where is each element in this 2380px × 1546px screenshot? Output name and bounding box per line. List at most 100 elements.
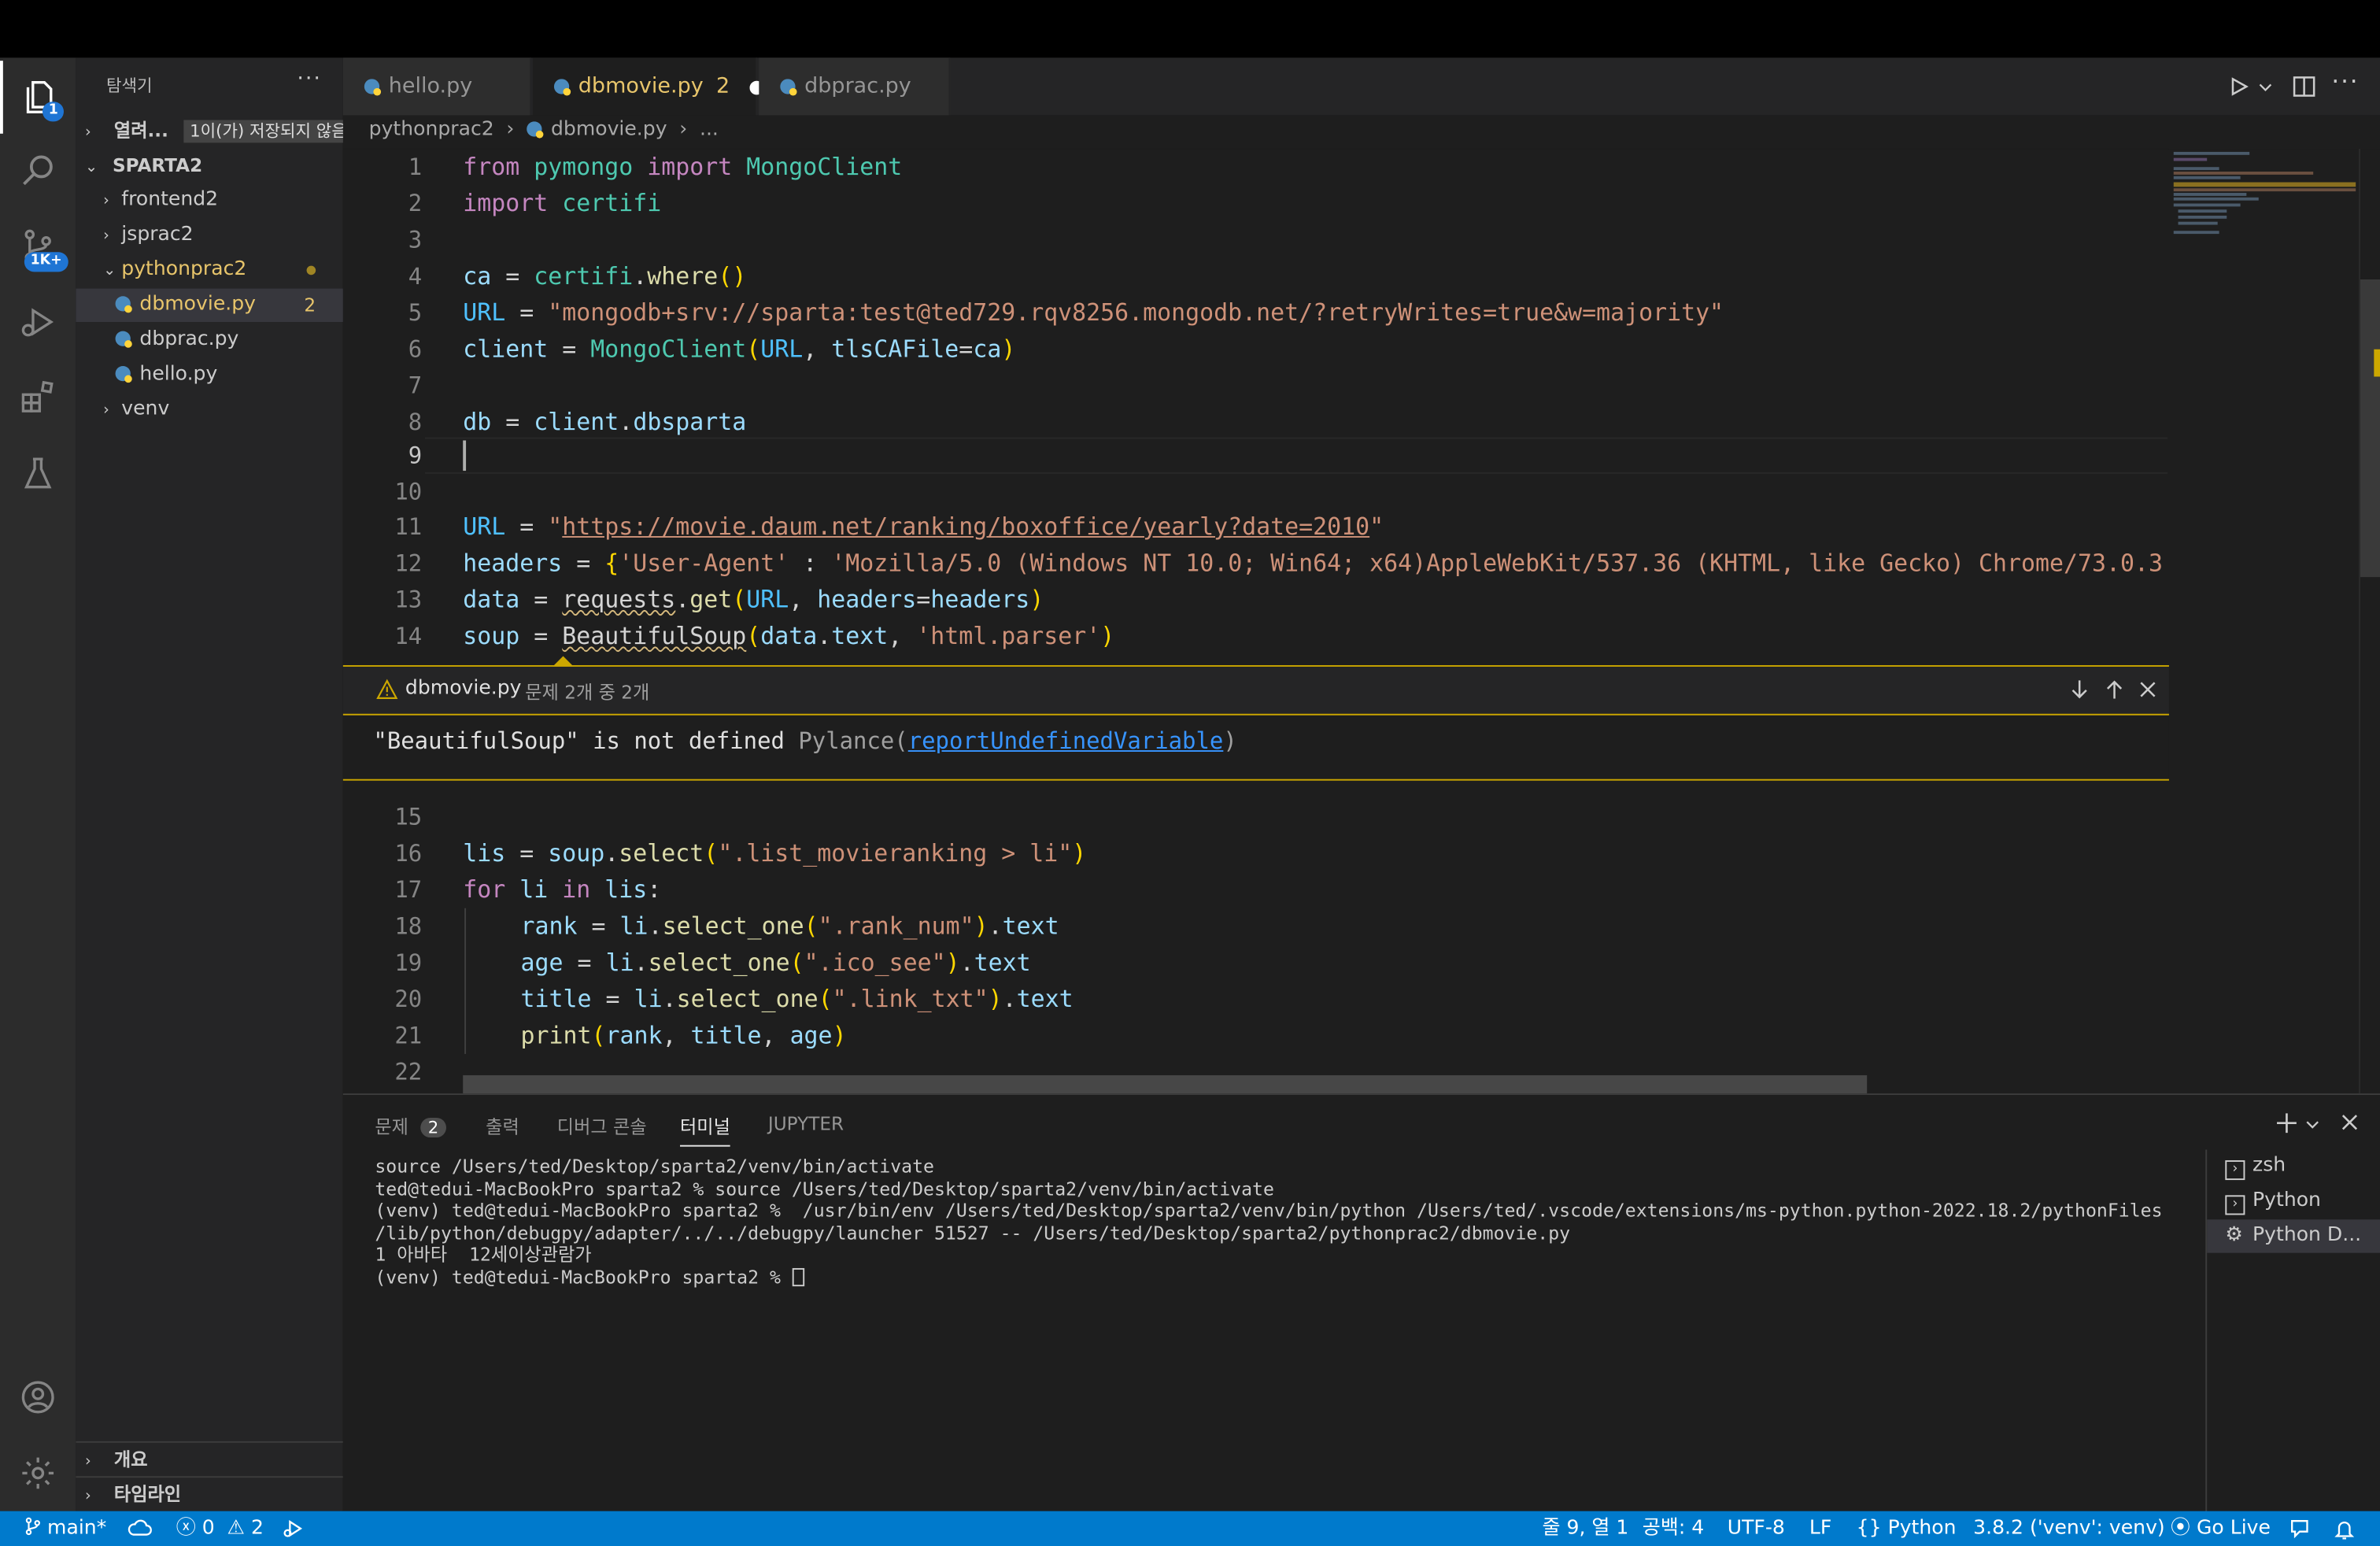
outline-section[interactable]: › 개요: [76, 1441, 343, 1474]
go-live-button[interactable]: ⦿ Go Live: [2171, 1511, 2271, 1546]
terminal-item-python[interactable]: › Python: [2207, 1185, 2380, 1218]
status-bar: main* ⓧ 0 ⚠ 2 줄 9, 열 1 공백: 4 UTF-8 LF {}…: [0, 1511, 2380, 1546]
tree-item-label: frontend2: [121, 188, 219, 212]
sync-icon[interactable]: [128, 1518, 152, 1538]
chevron-down-icon[interactable]: [2259, 80, 2272, 94]
terminal-icon: ›: [2225, 1195, 2245, 1215]
chevron-right-icon: ›: [85, 124, 91, 142]
problem-rule-link[interactable]: reportUndefinedVariable: [908, 727, 1224, 755]
more-actions-icon[interactable]: ···: [297, 67, 322, 91]
terminal-line: /lib/python/debugpy/adapter/../../debugp…: [375, 1222, 1571, 1244]
indentation[interactable]: 공백: 4: [1643, 1511, 1705, 1546]
code-line-8: db = client.dbsparta: [463, 408, 747, 436]
terminal-prompt-line[interactable]: (venv) ted@tedui-MacBookPro sparta2 %: [375, 1266, 804, 1288]
tab-terminal[interactable]: 터미널: [680, 1113, 730, 1147]
split-editor-icon[interactable]: [2292, 75, 2316, 99]
python-file-icon: [115, 365, 132, 383]
line-number: 7: [408, 372, 423, 400]
branch-indicator[interactable]: main*: [24, 1511, 106, 1546]
peek-message: "BeautifulSoup" is not defined Pylance(r…: [373, 727, 1236, 755]
close-icon[interactable]: [2138, 680, 2156, 698]
explorer-button[interactable]: 1: [0, 61, 76, 134]
encoding[interactable]: UTF-8: [1728, 1511, 1785, 1546]
warning-marker: [2374, 349, 2380, 377]
tree-item-venv[interactable]: › venv: [76, 394, 342, 427]
tree-item-frontend2[interactable]: › frontend2: [76, 183, 342, 216]
title-bar: [0, 0, 2380, 58]
tree-item-pythonprac2[interactable]: ⌄ pythonprac2: [76, 253, 342, 287]
tab-jupyter[interactable]: JUPYTER: [768, 1113, 844, 1134]
accounts-button[interactable]: [0, 1361, 76, 1434]
tree-item-dbmovie[interactable]: dbmovie.py 2: [76, 288, 343, 323]
warning-icon: [376, 679, 398, 699]
tab-label: hello.py: [388, 74, 473, 99]
tree-item-label: dbmovie.py: [139, 293, 256, 316]
line-number: 11: [394, 513, 423, 541]
testing-button[interactable]: [0, 438, 76, 511]
broadcast-icon: ⦿: [2170, 1517, 2190, 1540]
tree-item-label: pythonprac2: [121, 257, 247, 281]
feedback-icon[interactable]: [2289, 1518, 2310, 1539]
plus-icon[interactable]: [2275, 1111, 2298, 1134]
breadcrumb-file[interactable]: dbmovie.py: [551, 118, 667, 141]
tree-item-dbprac[interactable]: dbprac.py: [76, 324, 342, 357]
minimap[interactable]: [2168, 149, 2360, 1094]
arrow-up-icon[interactable]: [2104, 679, 2125, 700]
arrow-down-icon[interactable]: [2069, 679, 2090, 700]
tab-dbmovie[interactable]: dbmovie.py 2 ●: [532, 57, 764, 116]
open-editors-section[interactable]: › 열려... 1이(가) 저장되지 않음: [76, 114, 353, 147]
terminal-cursor: [791, 1267, 804, 1286]
terminal-item-zsh[interactable]: › zsh: [2207, 1149, 2380, 1182]
more-actions-icon[interactable]: ···: [2331, 67, 2359, 96]
horizontal-scrollbar[interactable]: [463, 1074, 1868, 1094]
close-icon[interactable]: [2341, 1113, 2359, 1131]
code-line-2: import certifi: [463, 190, 662, 217]
tab-problems[interactable]: 문제 2: [375, 1113, 446, 1139]
tab-label: dbprac.py: [804, 74, 911, 99]
run-debug-button[interactable]: [0, 286, 76, 359]
line-number: 20: [394, 986, 423, 1013]
tree-item-jsprac2[interactable]: › jsprac2: [76, 219, 342, 252]
end-of-line[interactable]: LF: [1809, 1511, 1831, 1546]
problems-indicator[interactable]: ⓧ 0 ⚠ 2: [176, 1511, 264, 1546]
braces-icon: {}: [1856, 1517, 1882, 1540]
debug-icon: ⚙: [2225, 1224, 2243, 1247]
tab-debug-console[interactable]: 디버그 콘솔: [557, 1113, 647, 1139]
source-control-button[interactable]: 1K+: [0, 209, 76, 283]
terminal-item-python-debug[interactable]: ⚙ Python D...: [2207, 1219, 2380, 1253]
tab-hello[interactable]: hello.py: [342, 57, 532, 116]
line-number: 12: [394, 549, 423, 578]
vertical-scrollbar[interactable]: [2359, 149, 2380, 1094]
bell-icon[interactable]: [2334, 1518, 2355, 1540]
peek-header: dbmovie.py 문제 2개 중 2개: [342, 666, 2169, 716]
code-editor[interactable]: 1 2 3 4 5 6 7 8 9 10 11 12 13 14 from py…: [342, 149, 2380, 1094]
url-link[interactable]: https://movie.daum.net/ranking/boxoffice…: [562, 513, 1369, 541]
scrollbar-thumb[interactable]: [2360, 279, 2380, 578]
breadcrumb-symbol[interactable]: ...: [700, 118, 719, 141]
peek-problem-count: 문제 2개 중 2개: [525, 682, 650, 704]
breadcrumb-folder[interactable]: pythonprac2: [369, 118, 494, 141]
tab-dbprac[interactable]: dbprac.py: [759, 57, 951, 116]
search-button[interactable]: [0, 134, 76, 207]
language-mode[interactable]: {} Python: [1857, 1511, 1957, 1546]
python-interpreter[interactable]: 3.8.2 ('venv': venv): [1973, 1511, 2165, 1546]
current-line-highlight: [425, 437, 2168, 474]
line-number: 22: [394, 1058, 423, 1086]
tree-item-hello[interactable]: hello.py: [76, 358, 342, 391]
run-icon[interactable]: [2228, 76, 2249, 97]
code-line-4: ca = certifi.where(): [463, 262, 747, 290]
workspace-section[interactable]: ⌄ SPARTA2: [76, 149, 342, 182]
cursor-position[interactable]: 줄 9, 열 1: [1542, 1511, 1628, 1546]
chevron-down-icon[interactable]: [2306, 1118, 2319, 1131]
timeline-section[interactable]: › 타임라인: [76, 1476, 343, 1509]
warning-squiggle[interactable]: BeautifulSoup: [562, 623, 746, 650]
timeline-label: 타임라인: [113, 1483, 182, 1505]
tab-output[interactable]: 출력: [486, 1113, 519, 1139]
manage-button[interactable]: [0, 1437, 76, 1510]
warning-squiggle[interactable]: requests: [562, 586, 675, 614]
line-number: 16: [394, 839, 423, 867]
extensions-button[interactable]: [0, 361, 76, 435]
debug-run-icon[interactable]: [283, 1518, 304, 1538]
terminal-item-label: zsh: [2252, 1154, 2286, 1178]
python-file-icon: [780, 79, 797, 96]
